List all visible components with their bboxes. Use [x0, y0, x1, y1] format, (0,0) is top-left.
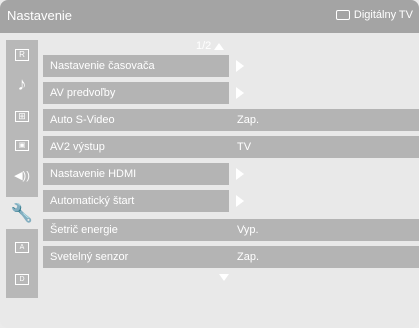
tv-icon [335, 10, 350, 20]
chevron-right-icon [236, 87, 244, 99]
menu-item-label: Šetrič energie [50, 224, 118, 236]
menu-item-auto-start[interactable]: Automatický štart [43, 190, 244, 212]
source-indicator: Digitálny TV [335, 9, 413, 21]
menu-item-label: Automatický štart [50, 195, 135, 207]
title-bar: Nastavenie Digitálny TV [0, 0, 419, 33]
chevron-right-icon [236, 168, 244, 180]
menu-title: Nastavenie [7, 8, 73, 23]
menu-item-auto-s-video[interactable]: Auto S-Video Zap. [43, 109, 419, 131]
scroll-down-icon[interactable] [219, 274, 229, 281]
menu-item-label: AV2 výstup [50, 141, 105, 153]
menu-item-label: Nastavenie časovača [50, 60, 155, 72]
wrench-icon[interactable]: 🔧 [6, 197, 38, 229]
picture-icon[interactable]: R [6, 42, 38, 68]
page-indicator: 1/2 [196, 40, 225, 52]
menu-item-label: Nastavenie HDMI [50, 168, 137, 180]
menu-item-hdmi-settings[interactable]: Nastavenie HDMI [43, 163, 244, 185]
menu-item-light-sensor[interactable]: Svetelný senzor Zap. [43, 246, 419, 268]
chevron-right-icon [236, 195, 244, 207]
menu-item-value: Zap. [237, 251, 260, 263]
speaker-icon[interactable]: ◀)) [6, 162, 38, 188]
scroll-up-icon[interactable] [214, 42, 225, 50]
menu-item-label: Auto S-Video [50, 114, 115, 126]
music-note-icon[interactable]: ♪ [6, 71, 38, 97]
page-number: 1/2 [196, 40, 212, 52]
menu-item-av-presets[interactable]: AV predvoľby [43, 82, 244, 104]
source-label: Digitálny TV [353, 9, 413, 21]
settings-window: Nastavenie Digitálny TV R ♪ ⊞ ▣ ◀)) 🔧 A … [0, 0, 419, 328]
grid-icon[interactable]: ⊞ [6, 103, 38, 129]
menu-item-timer-settings[interactable]: Nastavenie časovača [43, 55, 244, 77]
menu-item-energy-saver[interactable]: Šetrič energie Vyp. [43, 219, 419, 241]
menu-item-av2-output[interactable]: AV2 výstup TV [43, 136, 419, 158]
menu-item-value: Vyp. [237, 224, 259, 236]
source-icon[interactable]: D [6, 266, 38, 292]
install-icon[interactable]: A [6, 234, 38, 260]
menu-item-value: Zap. [237, 114, 260, 126]
menu-item-value: TV [237, 141, 252, 153]
menu-item-label: AV predvoľby [50, 87, 116, 99]
features-icon[interactable]: ▣ [6, 132, 38, 158]
chevron-right-icon [236, 60, 244, 72]
menu-item-label: Svetelný senzor [50, 251, 129, 263]
category-sidebar: R ♪ ⊞ ▣ ◀)) 🔧 A D [6, 40, 38, 298]
